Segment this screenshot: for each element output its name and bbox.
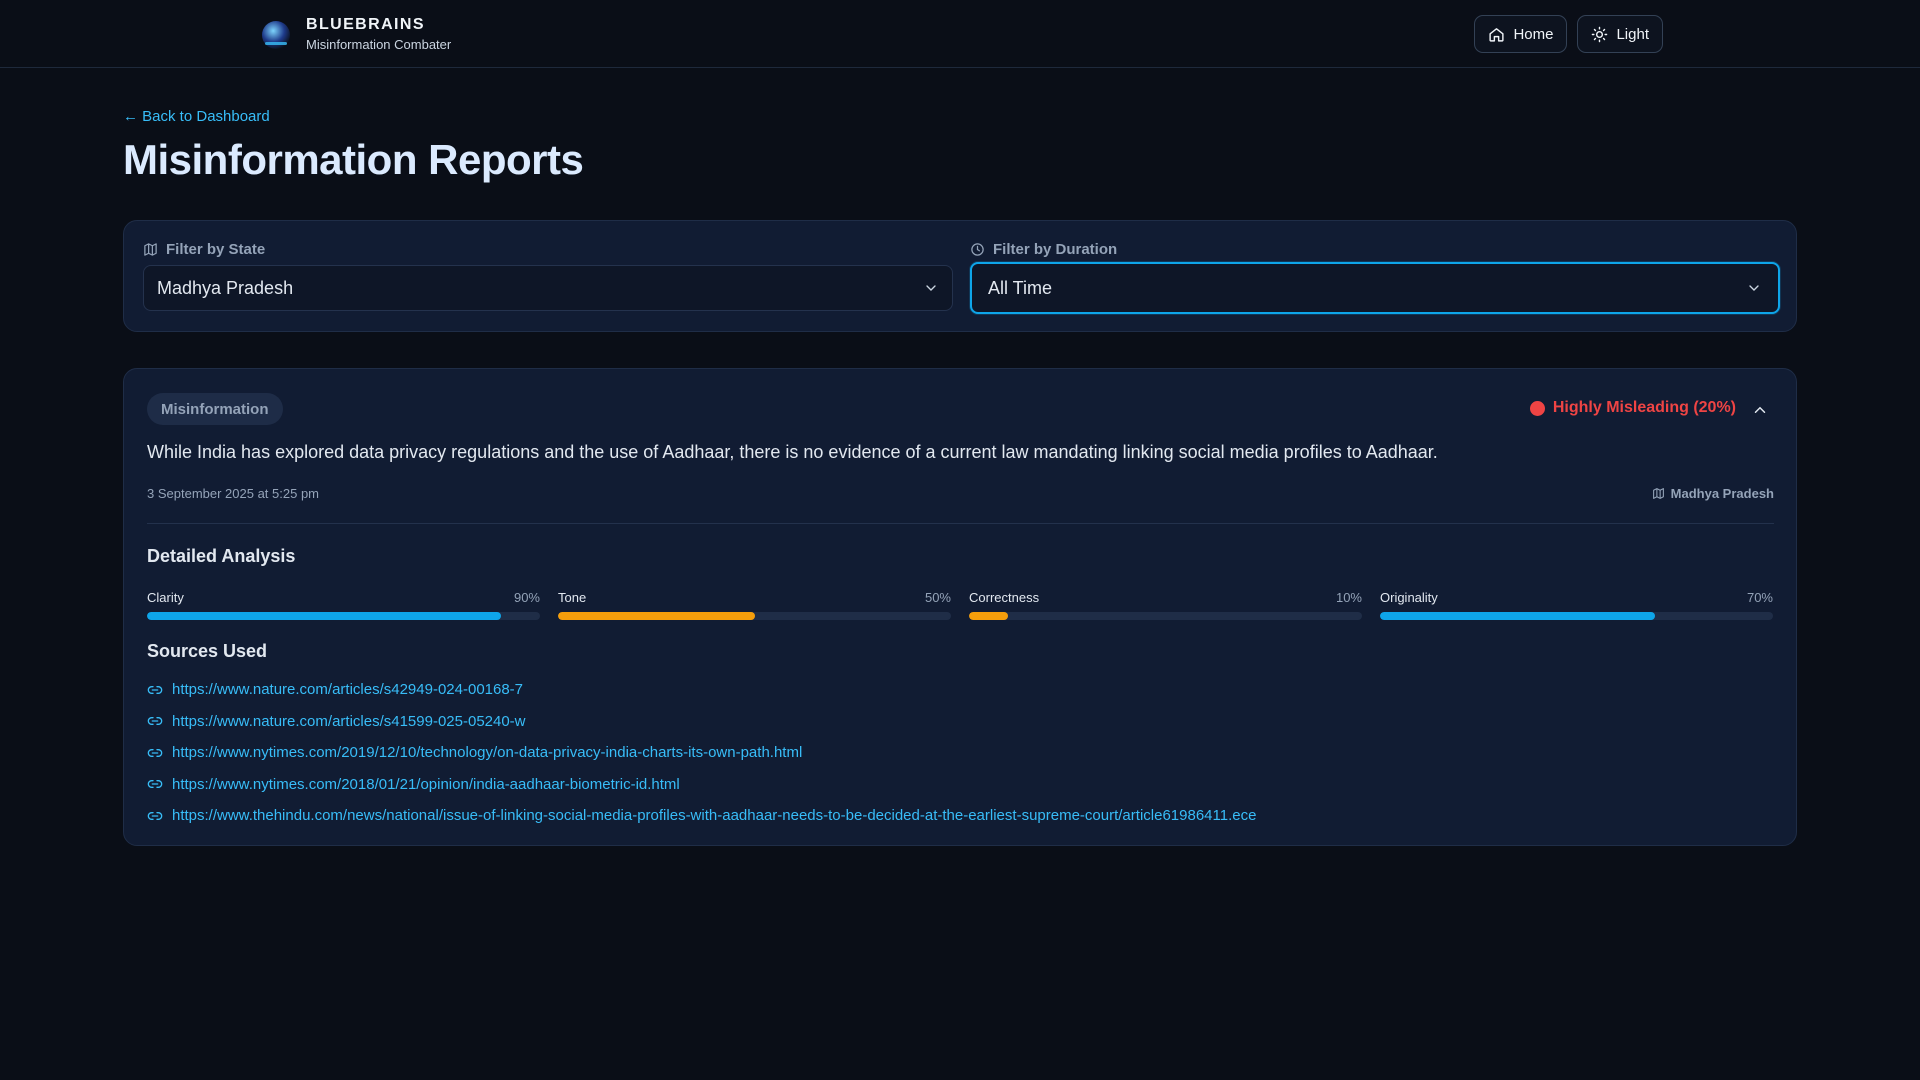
top-navbar: BLUEBRAINS Misinformation Combater Home … <box>0 0 1920 68</box>
duration-filter-label-text: Filter by Duration <box>993 240 1118 258</box>
source-link[interactable]: https://www.nytimes.com/2019/12/10/techn… <box>172 744 802 761</box>
metric-correctness: Correctness 10% <box>969 590 1362 620</box>
metric-bar <box>1380 612 1773 620</box>
brand-subtitle: Misinformation Combater <box>306 37 452 52</box>
sources-list: https://www.nature.com/articles/s42949-0… <box>147 674 1256 832</box>
metric-value: 90% <box>513 590 540 605</box>
source-item: https://www.nytimes.com/2018/01/21/opini… <box>147 769 1256 801</box>
link-icon <box>147 748 163 757</box>
home-icon <box>1489 27 1505 42</box>
sources-heading: Sources Used <box>147 641 268 661</box>
link-icon <box>147 780 163 789</box>
source-item: https://www.thehindu.com/news/national/i… <box>147 800 1256 832</box>
chevron-up-icon[interactable] <box>1751 401 1769 419</box>
report-location: Madhya Pradesh <box>1652 486 1774 501</box>
verdict-dot-icon <box>1529 400 1545 416</box>
metric-tone: Tone 50% <box>558 590 951 620</box>
metric-name: Correctness <box>969 590 1040 605</box>
source-item: https://www.nature.com/articles/s42949-0… <box>147 674 1256 706</box>
metrics-row: Clarity 90% Tone 50% Correctness 10% Ori… <box>147 590 1777 620</box>
analysis-heading: Detailed Analysis <box>147 546 296 566</box>
metric-value: 10% <box>1335 590 1362 605</box>
nav-actions: Home Light <box>1474 15 1663 53</box>
metric-bar-fill <box>1380 612 1656 620</box>
duration-select-value: All Time <box>988 277 1053 298</box>
claim-text: While India has explored data privacy re… <box>147 442 1438 462</box>
theme-toggle-button[interactable]: Light <box>1577 15 1663 53</box>
metric-originality: Originality 70% <box>1380 590 1773 620</box>
category-badge: Misinformation <box>147 393 283 425</box>
metric-bar <box>147 612 540 620</box>
metric-value: 70% <box>1746 590 1773 605</box>
home-button[interactable]: Home <box>1474 15 1568 53</box>
theme-toggle-label: Light <box>1616 25 1649 43</box>
clock-icon <box>971 242 984 256</box>
source-link[interactable]: https://www.nature.com/articles/s42949-0… <box>172 681 523 698</box>
metric-bar-fill <box>558 612 755 620</box>
metric-name: Clarity <box>147 590 184 605</box>
metric-value: 50% <box>924 590 951 605</box>
state-filter-label: Filter by State <box>143 239 953 259</box>
metric-bar <box>969 612 1362 620</box>
source-item: https://www.nature.com/articles/s41599-0… <box>147 706 1256 738</box>
map-icon <box>144 242 157 256</box>
map-icon <box>1652 488 1664 499</box>
link-icon <box>147 717 163 726</box>
sun-icon <box>1592 26 1608 42</box>
metric-name: Originality <box>1380 590 1438 605</box>
chevron-down-icon <box>1749 285 1759 291</box>
back-to-dashboard-link[interactable]: ← Back to Dashboard <box>123 108 270 125</box>
state-filter-label-text: Filter by State <box>166 240 266 258</box>
duration-filter: Filter by Duration All Time <box>970 239 1780 314</box>
verdict-text: Highly Misleading (20%) <box>1552 399 1736 416</box>
metric-name: Tone <box>558 590 587 605</box>
link-icon <box>147 811 163 820</box>
metric-bar-fill <box>147 612 501 620</box>
home-button-label: Home <box>1513 25 1554 43</box>
brand[interactable]: BLUEBRAINS Misinformation Combater <box>262 16 451 54</box>
page-title: Misinformation Reports <box>123 136 584 183</box>
divider <box>147 523 1774 524</box>
verdict-badge: Highly Misleading (20%) <box>1529 399 1736 417</box>
report-date: 3 September 2025 at 5:25 pm <box>147 486 320 501</box>
report-location-text: Madhya Pradesh <box>1670 486 1774 501</box>
brand-title: BLUEBRAINS <box>306 16 425 33</box>
metric-clarity: Clarity 90% <box>147 590 540 620</box>
metric-bar-fill <box>969 612 1009 620</box>
filters-panel: Filter by State Madhya Pradesh Filter by… <box>123 220 1797 332</box>
source-link[interactable]: https://www.nature.com/articles/s41599-0… <box>172 713 526 730</box>
source-link[interactable]: https://www.nytimes.com/2018/01/21/opini… <box>172 776 680 793</box>
brain-logo-icon <box>262 21 290 49</box>
state-filter: Filter by State Madhya Pradesh <box>143 239 953 311</box>
duration-select[interactable]: All Time <box>970 262 1780 314</box>
state-select-value: Madhya Pradesh <box>157 277 294 298</box>
metric-bar <box>558 612 951 620</box>
report-card: Misinformation Highly Misleading (20%) W… <box>123 368 1797 846</box>
duration-filter-label: Filter by Duration <box>970 239 1780 259</box>
state-select[interactable]: Madhya Pradesh <box>143 265 953 311</box>
source-item: https://www.nytimes.com/2019/12/10/techn… <box>147 737 1256 769</box>
chevron-down-icon <box>926 285 936 291</box>
link-icon <box>147 685 163 694</box>
source-link[interactable]: https://www.thehindu.com/news/national/i… <box>172 807 1256 824</box>
